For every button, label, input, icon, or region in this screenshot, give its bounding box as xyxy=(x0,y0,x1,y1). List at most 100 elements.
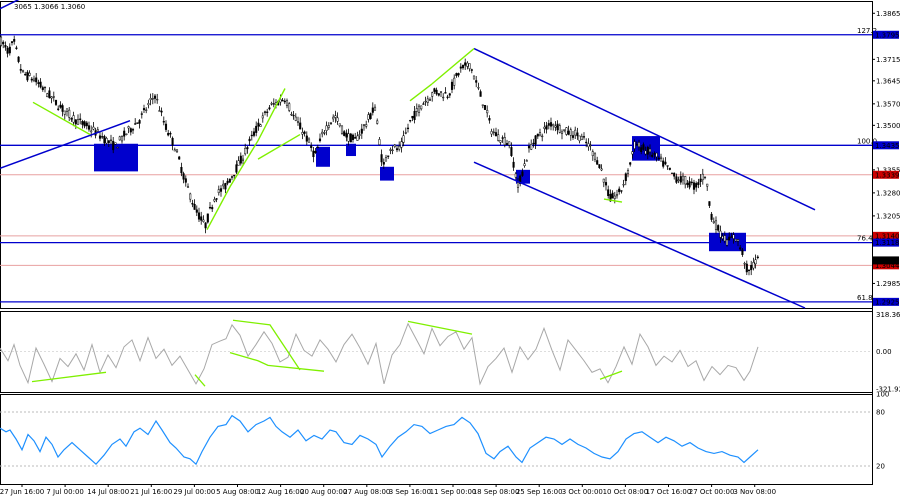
candle-body xyxy=(180,167,183,174)
candle-body xyxy=(215,198,218,200)
candle-body xyxy=(114,142,117,145)
cci-tick-label: 0.00 xyxy=(876,348,892,356)
candle-body xyxy=(439,91,443,93)
candle-body xyxy=(618,188,621,193)
candle-body xyxy=(673,172,676,177)
candle-body xyxy=(202,219,205,222)
candle-body xyxy=(453,77,456,86)
candle-body xyxy=(178,156,181,160)
cci-divergence-line xyxy=(407,320,473,335)
candle-body xyxy=(288,103,291,111)
candle-body xyxy=(653,153,656,155)
candle-body xyxy=(494,132,498,137)
chart-area[interactable]: 1.38651.37151.36451.35701.35001.33551.32… xyxy=(0,0,900,500)
candle-body xyxy=(105,138,108,144)
candle-body xyxy=(585,141,588,144)
candle-body xyxy=(323,132,326,134)
candle-body xyxy=(684,176,687,185)
candle-body xyxy=(483,105,487,110)
candle-body xyxy=(261,115,264,119)
candle-body xyxy=(567,130,570,135)
candle-body xyxy=(142,108,146,111)
candle-body xyxy=(32,78,36,82)
candle-body xyxy=(321,131,324,135)
candle-body xyxy=(39,81,42,88)
candle-body xyxy=(237,160,240,166)
candle-body xyxy=(435,89,438,95)
candle-body xyxy=(391,149,394,152)
candle-body xyxy=(96,129,99,132)
candle-body xyxy=(558,125,561,133)
candle-body xyxy=(413,111,416,120)
x-tick-label: 11 Sep 00:00 xyxy=(430,488,477,496)
candle-body xyxy=(68,109,71,118)
divergence-line xyxy=(603,198,623,203)
candle-body xyxy=(327,125,330,128)
candle-body xyxy=(59,104,62,108)
candle-body xyxy=(153,95,157,99)
candle-body xyxy=(578,135,581,142)
candle-body xyxy=(160,110,163,113)
candle-body xyxy=(369,113,372,119)
candle-body xyxy=(270,103,273,105)
cci-tick-label: 318.3625 xyxy=(876,311,900,319)
candle-body xyxy=(340,125,344,134)
candle-body xyxy=(197,212,201,220)
candle-body xyxy=(371,107,374,113)
divergence-line xyxy=(32,101,91,136)
candle-body xyxy=(431,92,434,97)
candle-body xyxy=(719,230,722,238)
candle-body xyxy=(556,123,559,131)
price-panel[interactable]: 1.38651.37151.36451.35701.35001.33551.32… xyxy=(0,0,900,309)
price-tag-label: 1.2925 xyxy=(875,298,900,306)
candle-body xyxy=(250,134,253,137)
candle-body xyxy=(404,132,407,134)
rsi-tick-label: 20 xyxy=(876,463,885,471)
candle-body xyxy=(281,99,284,102)
candle-body xyxy=(477,87,480,89)
candle-body xyxy=(505,143,509,145)
channel-lower-line xyxy=(473,161,806,309)
candle-body xyxy=(226,180,229,184)
cci-panel[interactable]: 318.36250.00-321.929 xyxy=(0,311,900,393)
candle-body xyxy=(734,238,737,242)
candle-body xyxy=(189,193,192,200)
candle-body xyxy=(50,96,53,99)
x-tick-label: 18 Sep 08:00 xyxy=(473,488,520,496)
candle-body xyxy=(730,236,733,238)
candle-body xyxy=(679,176,682,183)
candle-body xyxy=(721,236,724,239)
candle-body xyxy=(175,149,179,153)
candle-body xyxy=(393,144,396,147)
candle-body xyxy=(389,149,392,151)
candle-body xyxy=(8,46,11,54)
candle-body xyxy=(400,141,403,148)
candle-body xyxy=(85,122,88,127)
candle-body xyxy=(631,151,634,155)
candle-body xyxy=(292,114,295,117)
candle-body xyxy=(224,183,227,190)
candle-body xyxy=(743,263,746,265)
candle-body xyxy=(723,235,726,242)
candle-body xyxy=(48,90,51,99)
candle-body xyxy=(171,137,174,146)
candle-body xyxy=(512,161,515,168)
candle-body xyxy=(140,113,143,115)
candle-body xyxy=(516,182,520,188)
candle-body xyxy=(732,234,735,239)
candle-body xyxy=(602,178,605,183)
candle-body xyxy=(499,140,502,143)
price-tag-label: 1.3339 xyxy=(875,171,900,179)
candle-body xyxy=(299,122,302,130)
candle-body xyxy=(294,116,297,121)
candle-body xyxy=(283,100,286,103)
candle-body xyxy=(690,181,693,184)
rsi-panel[interactable]: 100 80 20 xyxy=(0,391,889,485)
candle-body xyxy=(241,158,245,161)
candle-body xyxy=(598,164,601,169)
candle-body xyxy=(336,117,339,122)
candle-body xyxy=(541,135,544,138)
candle-body xyxy=(712,221,715,223)
candle-body xyxy=(457,73,460,76)
candle-body xyxy=(554,125,557,128)
